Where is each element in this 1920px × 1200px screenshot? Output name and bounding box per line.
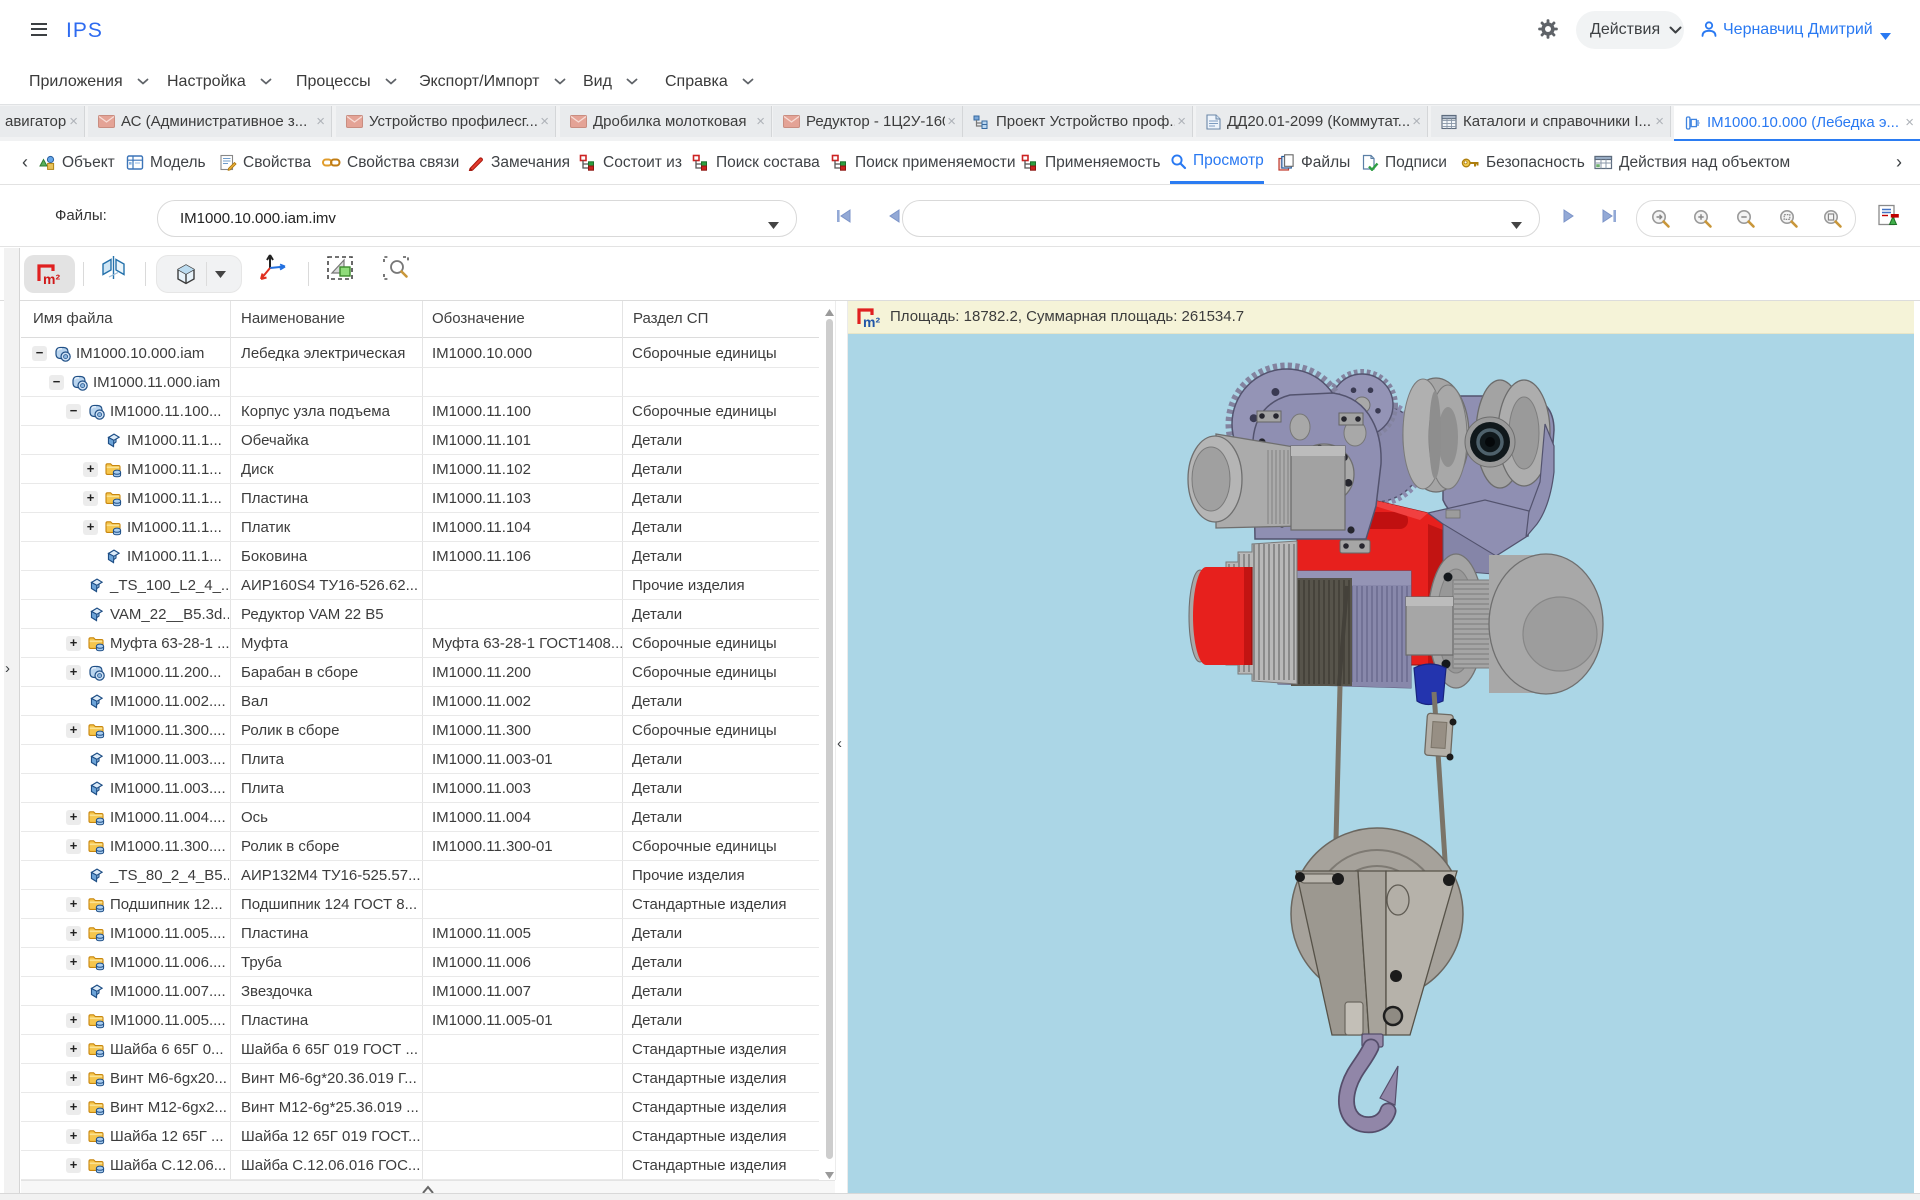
svg-text:m²: m² [43, 271, 60, 287]
svg-text:m²: m² [863, 314, 880, 330]
